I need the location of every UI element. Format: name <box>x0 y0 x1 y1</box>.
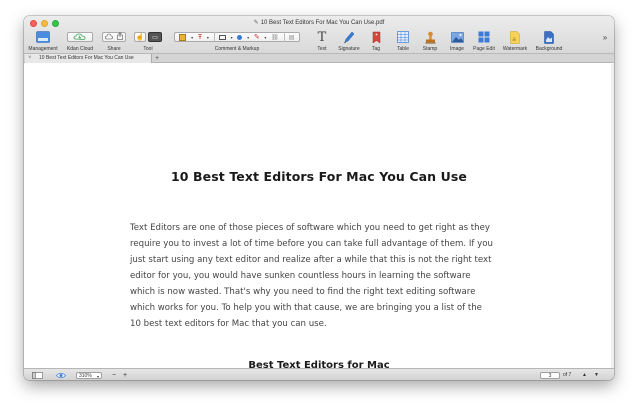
tab-label: 10 Best Text Editors For Mac You Can Use <box>39 55 134 61</box>
share-icon[interactable] <box>117 32 123 42</box>
tab-document[interactable]: × 10 Best Text Editors For Mac You Can U… <box>25 54 152 63</box>
tab-bar: × 10 Best Text Editors For Mac You Can U… <box>24 54 614 63</box>
highlight-icon[interactable] <box>179 33 187 41</box>
titlebar-toolbar: ✎ 10 Best Text Editors For Mac You Can Us… <box>24 16 614 54</box>
ellipse-icon[interactable] <box>237 34 243 40</box>
body-line: which works for you. To help you with th… <box>130 303 482 313</box>
sidebar-icon <box>32 371 43 379</box>
zoom-in-button[interactable]: + <box>123 371 127 379</box>
body-line: just start using any text editor and rea… <box>130 255 492 265</box>
select-tool-button[interactable]: ▭ <box>148 32 162 42</box>
image-icon <box>450 30 464 44</box>
chevron-down-icon[interactable]: ▾ <box>231 35 233 40</box>
toolbar: Management Kdan Cloud Share ☝ ▭ Tool ▾ Ŧ… <box>24 27 614 53</box>
strikethrough-text-icon[interactable]: Ŧ <box>198 34 202 41</box>
body-line: which is now wasted. That's why you need… <box>130 287 476 297</box>
table-button[interactable]: Table <box>392 27 414 53</box>
kdan-cloud-button[interactable]: Kdan Cloud <box>64 27 96 53</box>
select-icon: ▭ <box>152 34 158 41</box>
chevron-down-icon[interactable]: ▾ <box>247 35 249 40</box>
pen-icon[interactable]: ✎ <box>254 33 260 41</box>
cloud-upload-icon[interactable] <box>105 33 113 42</box>
signature-button[interactable]: Signature <box>334 27 364 53</box>
tag-icon <box>369 30 383 44</box>
table-icon <box>396 30 410 44</box>
zoom-out-button[interactable]: − <box>112 371 116 379</box>
zoom-select[interactable]: 310% ▾ <box>76 371 102 379</box>
document-title: 10 Best Text Editors For Mac You Can Use <box>171 169 467 184</box>
note-icon[interactable]: ▤ <box>289 34 295 41</box>
previous-page-button[interactable]: ▲ <box>582 371 587 379</box>
vertical-scrollbar[interactable] <box>611 64 614 368</box>
eye-icon <box>56 372 66 378</box>
sidebar-toggle-button[interactable] <box>32 371 43 379</box>
svg-text:a: a <box>512 36 516 43</box>
chevron-down-icon[interactable]: ▾ <box>207 35 209 40</box>
rectangle-icon[interactable] <box>218 34 226 40</box>
double-chevron-right-icon: » <box>602 32 608 42</box>
zoom-value: 310% <box>79 372 92 379</box>
management-icon <box>36 30 50 44</box>
page-total: of 7 <box>563 372 572 378</box>
page-edit-button[interactable]: Page Edit <box>470 27 498 53</box>
tab-close-icon[interactable]: × <box>28 54 32 63</box>
stamp-button[interactable]: Stamp <box>418 27 442 53</box>
pdf-document-icon: ✎ <box>253 20 259 26</box>
text-icon: T <box>317 29 327 45</box>
image-button[interactable]: Image <box>446 27 468 53</box>
page-number-input[interactable]: 3 <box>540 371 560 379</box>
hand-icon: ☝ <box>135 34 145 41</box>
body-line: 10 best text editors for Mac that you ca… <box>130 319 327 329</box>
background-icon <box>542 30 556 44</box>
comment-markup-group: ▾ Ŧ ▾ ▾ ▾ ✎ ▾ ⛓ ▤ Comment & Markup <box>170 27 304 53</box>
app-window: ✎ 10 Best Text Editors For Mac You Can Us… <box>24 16 614 380</box>
document-view[interactable]: 10 Best Text Editors For Mac You Can Use… <box>24 64 614 371</box>
management-button[interactable]: Management <box>26 27 60 53</box>
hand-tool-button[interactable]: ☝ <box>134 32 146 42</box>
share-button-group: Share <box>100 27 128 53</box>
page-grid-icon <box>477 30 491 44</box>
body-line: Text Editors are one of those pieces of … <box>130 223 490 233</box>
document-body: Text Editors are one of those pieces of … <box>130 220 510 332</box>
chevron-down-icon: ▾ <box>96 373 99 379</box>
toolbar-overflow-button[interactable]: » <box>600 27 610 53</box>
watermark-icon: a <box>508 30 522 44</box>
body-line: require you to invest a lot of time befo… <box>130 239 493 249</box>
stamp-icon <box>423 30 437 44</box>
chevron-down-icon[interactable]: ▾ <box>264 35 266 40</box>
cloud-sync-icon <box>67 32 93 42</box>
chevron-down-icon[interactable]: ▾ <box>191 35 193 40</box>
window-title: ✎ 10 Best Text Editors For Mac You Can Us… <box>253 20 385 26</box>
background-button[interactable]: Background <box>532 27 566 53</box>
tag-button[interactable]: Tag <box>366 27 386 53</box>
status-bar: 310% ▾ − + 3 of 7 ▲ ▼ <box>24 368 614 380</box>
text-button[interactable]: T Text <box>312 27 332 53</box>
link-icon[interactable]: ⛓ <box>271 34 279 41</box>
next-page-button[interactable]: ▼ <box>594 371 599 379</box>
watermark-button[interactable]: a Watermark <box>500 27 530 53</box>
body-line: editor for you, you would have sunken co… <box>130 271 471 281</box>
new-tab-button[interactable]: + <box>155 54 159 63</box>
fountain-pen-icon <box>342 30 356 44</box>
tool-group: ☝ ▭ Tool <box>132 27 164 53</box>
view-mode-button[interactable] <box>56 371 66 379</box>
